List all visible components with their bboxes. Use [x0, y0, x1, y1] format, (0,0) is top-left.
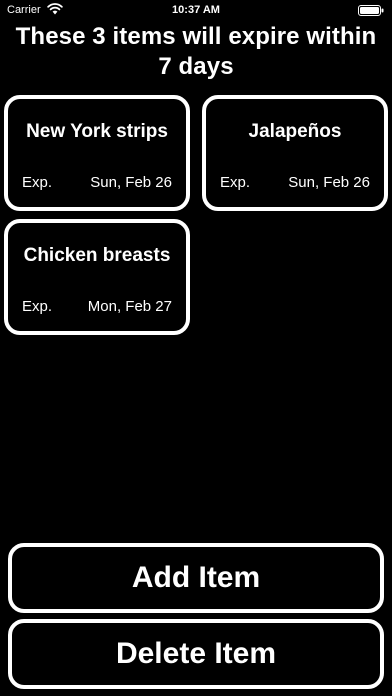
item-card-chicken-breasts[interactable]: Chicken breasts Exp. Mon, Feb 27: [4, 219, 190, 335]
item-name: Jalapeños: [248, 121, 342, 142]
delete-item-button[interactable]: Delete Item: [8, 619, 384, 689]
item-name: New York strips: [26, 121, 168, 142]
page-title: These 3 items will expire within 7 days: [0, 22, 392, 82]
expiration-date: Mon, Feb 27: [87, 298, 172, 315]
expiration-label: Exp.: [22, 174, 53, 191]
page-title-line-2: 7 days: [158, 53, 234, 80]
page-title-line-1: These 3 items will expire within: [15, 23, 377, 50]
item-name: Chicken breasts: [23, 245, 171, 266]
expiration-date: Sun, Feb 26: [90, 174, 172, 191]
expiration-label: Exp.: [220, 174, 251, 191]
expiration-label: Exp.: [22, 298, 53, 315]
expiration-date: Sun, Feb 26: [288, 174, 370, 191]
clock-time: 10:37 AM: [172, 4, 220, 16]
item-card-new-york-strips[interactable]: New York strips Exp. Sun, Feb 26: [4, 95, 190, 211]
add-item-button[interactable]: Add Item: [8, 543, 384, 613]
battery-icon: [358, 5, 384, 16]
status-bar: Carrier 10:37 AM: [0, 0, 392, 20]
item-card-jalapenos[interactable]: Jalapeños Exp. Sun, Feb 26: [202, 95, 388, 211]
